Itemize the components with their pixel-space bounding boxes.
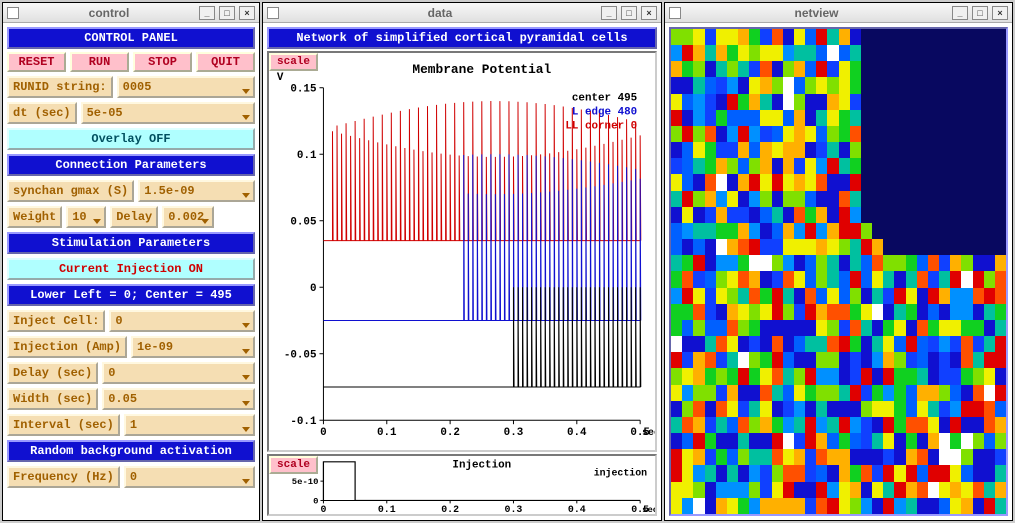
- membrane-potential-chart: scale -0.1 -0.05 0 0.05 0.1 0.15 0 0.1 0.2 0.3 0.4…: [267, 51, 657, 452]
- stop-button[interactable]: STOP: [133, 52, 192, 72]
- netview-body: [665, 23, 1012, 520]
- weight-label: Weight: [7, 206, 62, 228]
- runid-input[interactable]: 0005: [117, 76, 255, 98]
- svg-text:-0.1: -0.1: [290, 416, 317, 428]
- control-title: control: [23, 6, 195, 20]
- run-button[interactable]: RUN: [70, 52, 129, 72]
- maximize-icon[interactable]: □: [972, 6, 988, 20]
- close-icon[interactable]: ×: [239, 6, 255, 20]
- maximize-icon[interactable]: □: [621, 6, 637, 20]
- window-menu-icon[interactable]: [7, 7, 19, 19]
- netview-window: netview _ □ ×: [664, 2, 1013, 521]
- dt-label: dt (sec): [7, 102, 77, 124]
- inj-width-label: Width (sec): [7, 388, 98, 410]
- maximize-icon[interactable]: □: [219, 6, 235, 20]
- svg-text:0: 0: [320, 504, 326, 514]
- svg-text:0: 0: [320, 427, 327, 439]
- rand-bg-header: Random background activation: [7, 440, 255, 462]
- inj-delay-label: Delay (sec): [7, 362, 98, 384]
- stim-params-header: Stimulation Parameters: [7, 232, 255, 254]
- main-chart-svg: -0.1-0.0500.050.10.1500.10.20.30.40.5sec…: [269, 53, 655, 450]
- inject-cell-label: Inject Cell:: [7, 310, 105, 332]
- weight-input[interactable]: 10: [66, 206, 106, 228]
- data-window: data _ □ × Network of simplified cortica…: [262, 2, 662, 521]
- svg-text:sec: sec: [642, 505, 655, 514]
- scale-button-main[interactable]: scale: [269, 53, 318, 71]
- data-title: data: [283, 6, 597, 20]
- connection-params-header: Connection Parameters: [7, 154, 255, 176]
- delay-label: Delay: [110, 206, 158, 228]
- svg-text:0.3: 0.3: [504, 427, 524, 439]
- minimize-icon[interactable]: _: [601, 6, 617, 20]
- inj-amp-label: Injection (Amp): [7, 336, 127, 358]
- svg-text:V: V: [277, 72, 284, 84]
- control-body: CONTROL PANEL RESET RUN STOP QUIT RUNID …: [3, 23, 259, 520]
- control-titlebar[interactable]: control _ □ ×: [3, 3, 259, 23]
- delay-input[interactable]: 0.002: [162, 206, 214, 228]
- svg-text:injection: injection: [594, 467, 648, 478]
- freq-label: Frequency (Hz): [7, 466, 120, 488]
- svg-text:-0.05: -0.05: [284, 350, 317, 362]
- svg-text:0.15: 0.15: [290, 84, 316, 96]
- svg-text:0.2: 0.2: [441, 504, 459, 514]
- netview-titlebar[interactable]: netview _ □ ×: [665, 3, 1012, 23]
- inj-interval-input[interactable]: 1: [124, 414, 255, 436]
- data-titlebar[interactable]: data _ □ ×: [263, 3, 661, 23]
- inj-amp-input[interactable]: 1e-09: [131, 336, 255, 358]
- freq-input[interactable]: 0: [124, 466, 255, 488]
- svg-text:0.1: 0.1: [297, 150, 317, 162]
- scale-button-sub[interactable]: scale: [269, 456, 318, 474]
- injection-chart: scale 00.10.20.30.40.505e-10Injectioninj…: [267, 454, 657, 516]
- inj-interval-label: Interval (sec): [7, 414, 120, 436]
- sub-chart-svg: 00.10.20.30.40.505e-10Injectioninjection…: [269, 456, 655, 514]
- window-menu-icon[interactable]: [267, 7, 279, 19]
- svg-text:0: 0: [313, 496, 318, 506]
- close-icon[interactable]: ×: [641, 6, 657, 20]
- synchan-label: synchan gmax (S): [7, 180, 134, 202]
- control-window: control _ □ × CONTROL PANEL RESET RUN ST…: [2, 2, 260, 521]
- dt-input[interactable]: 5e-05: [81, 102, 255, 124]
- svg-text:center 495: center 495: [572, 93, 637, 105]
- svg-text:0.2: 0.2: [440, 427, 460, 439]
- minimize-icon[interactable]: _: [952, 6, 968, 20]
- svg-text:0.4: 0.4: [567, 427, 587, 439]
- svg-text:Membrane Potential: Membrane Potential: [412, 62, 551, 77]
- svg-text:0.1: 0.1: [378, 504, 396, 514]
- data-header: Network of simplified cortical pyramidal…: [267, 27, 657, 49]
- current-injection-toggle[interactable]: Current Injection ON: [7, 258, 255, 280]
- svg-text:0.3: 0.3: [505, 504, 523, 514]
- data-body: Network of simplified cortical pyramidal…: [263, 23, 661, 520]
- inj-width-input[interactable]: 0.05: [102, 388, 255, 410]
- minimize-icon[interactable]: _: [199, 6, 215, 20]
- runid-label: RUNID string:: [7, 76, 113, 98]
- svg-text:0.4: 0.4: [568, 504, 586, 514]
- control-panel-header: CONTROL PANEL: [7, 27, 255, 49]
- svg-text:sec: sec: [642, 427, 655, 438]
- svg-text:5e-10: 5e-10: [292, 477, 319, 487]
- svg-text:0: 0: [310, 283, 317, 295]
- overlay-toggle[interactable]: Overlay OFF: [7, 128, 255, 150]
- inj-delay-input[interactable]: 0: [102, 362, 255, 384]
- reset-button[interactable]: RESET: [7, 52, 66, 72]
- lower-left-info: Lower Left = 0; Center = 495: [7, 284, 255, 306]
- synchan-input[interactable]: 1.5e-09: [138, 180, 255, 202]
- netview-canvas[interactable]: [669, 27, 1008, 516]
- svg-text:0.05: 0.05: [290, 217, 316, 229]
- svg-text:0.1: 0.1: [377, 427, 397, 439]
- inject-cell-input[interactable]: 0: [109, 310, 255, 332]
- netview-title: netview: [685, 6, 948, 20]
- close-icon[interactable]: ×: [992, 6, 1008, 20]
- window-menu-icon[interactable]: [669, 7, 681, 19]
- quit-button[interactable]: QUIT: [196, 52, 255, 72]
- svg-text:Injection: Injection: [452, 460, 511, 472]
